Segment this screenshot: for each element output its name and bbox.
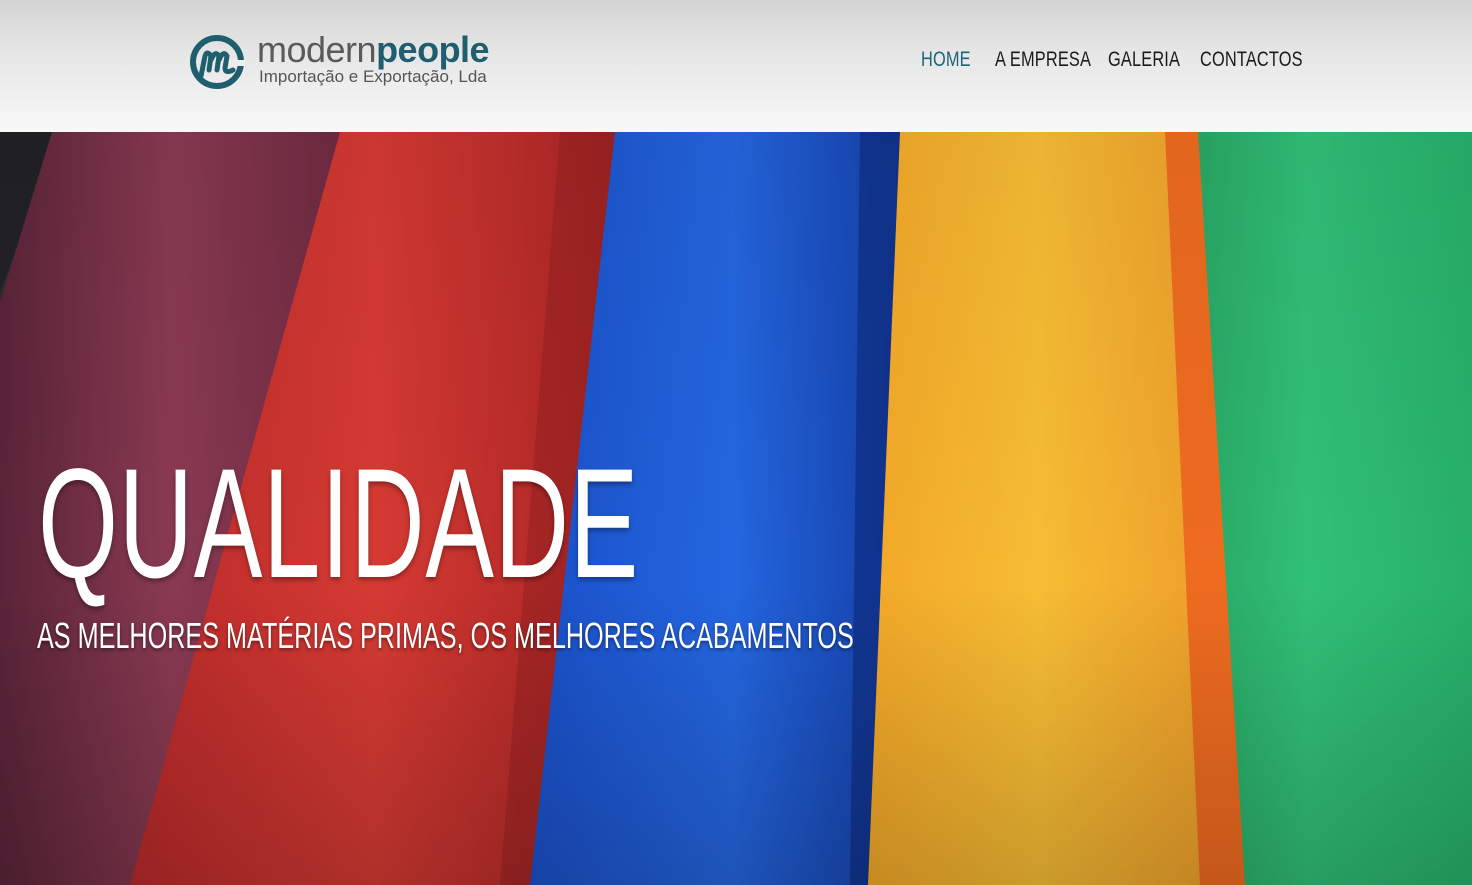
brand-name-light: modern [257,29,377,70]
site-header: modernpeople Importação e Exportação, Ld… [0,0,1472,132]
brand-name-bold: people [376,29,490,70]
hero-subtitle: AS MELHORES MATÉRIAS PRIMAS, OS MELHORES… [37,615,854,656]
hero-title: QUALIDADE [38,437,639,611]
logo[interactable]: modernpeople Importação e Exportação, Ld… [189,29,519,92]
brand-name: modernpeople [257,29,490,70]
brand-tagline: Importação e Exportação, Lda [259,67,487,86]
nav-contactos[interactable]: CONTACTOS [1200,48,1303,78]
nav-galeria[interactable]: GALERIA [1108,48,1180,78]
nav-a-empresa[interactable]: A EMPRESA [995,48,1091,78]
hero-banner: QUALIDADE AS MELHORES MATÉRIAS PRIMAS, O… [0,132,1472,885]
modernpeople-logo-icon [190,35,245,89]
nav-home[interactable]: HOME [921,48,971,78]
